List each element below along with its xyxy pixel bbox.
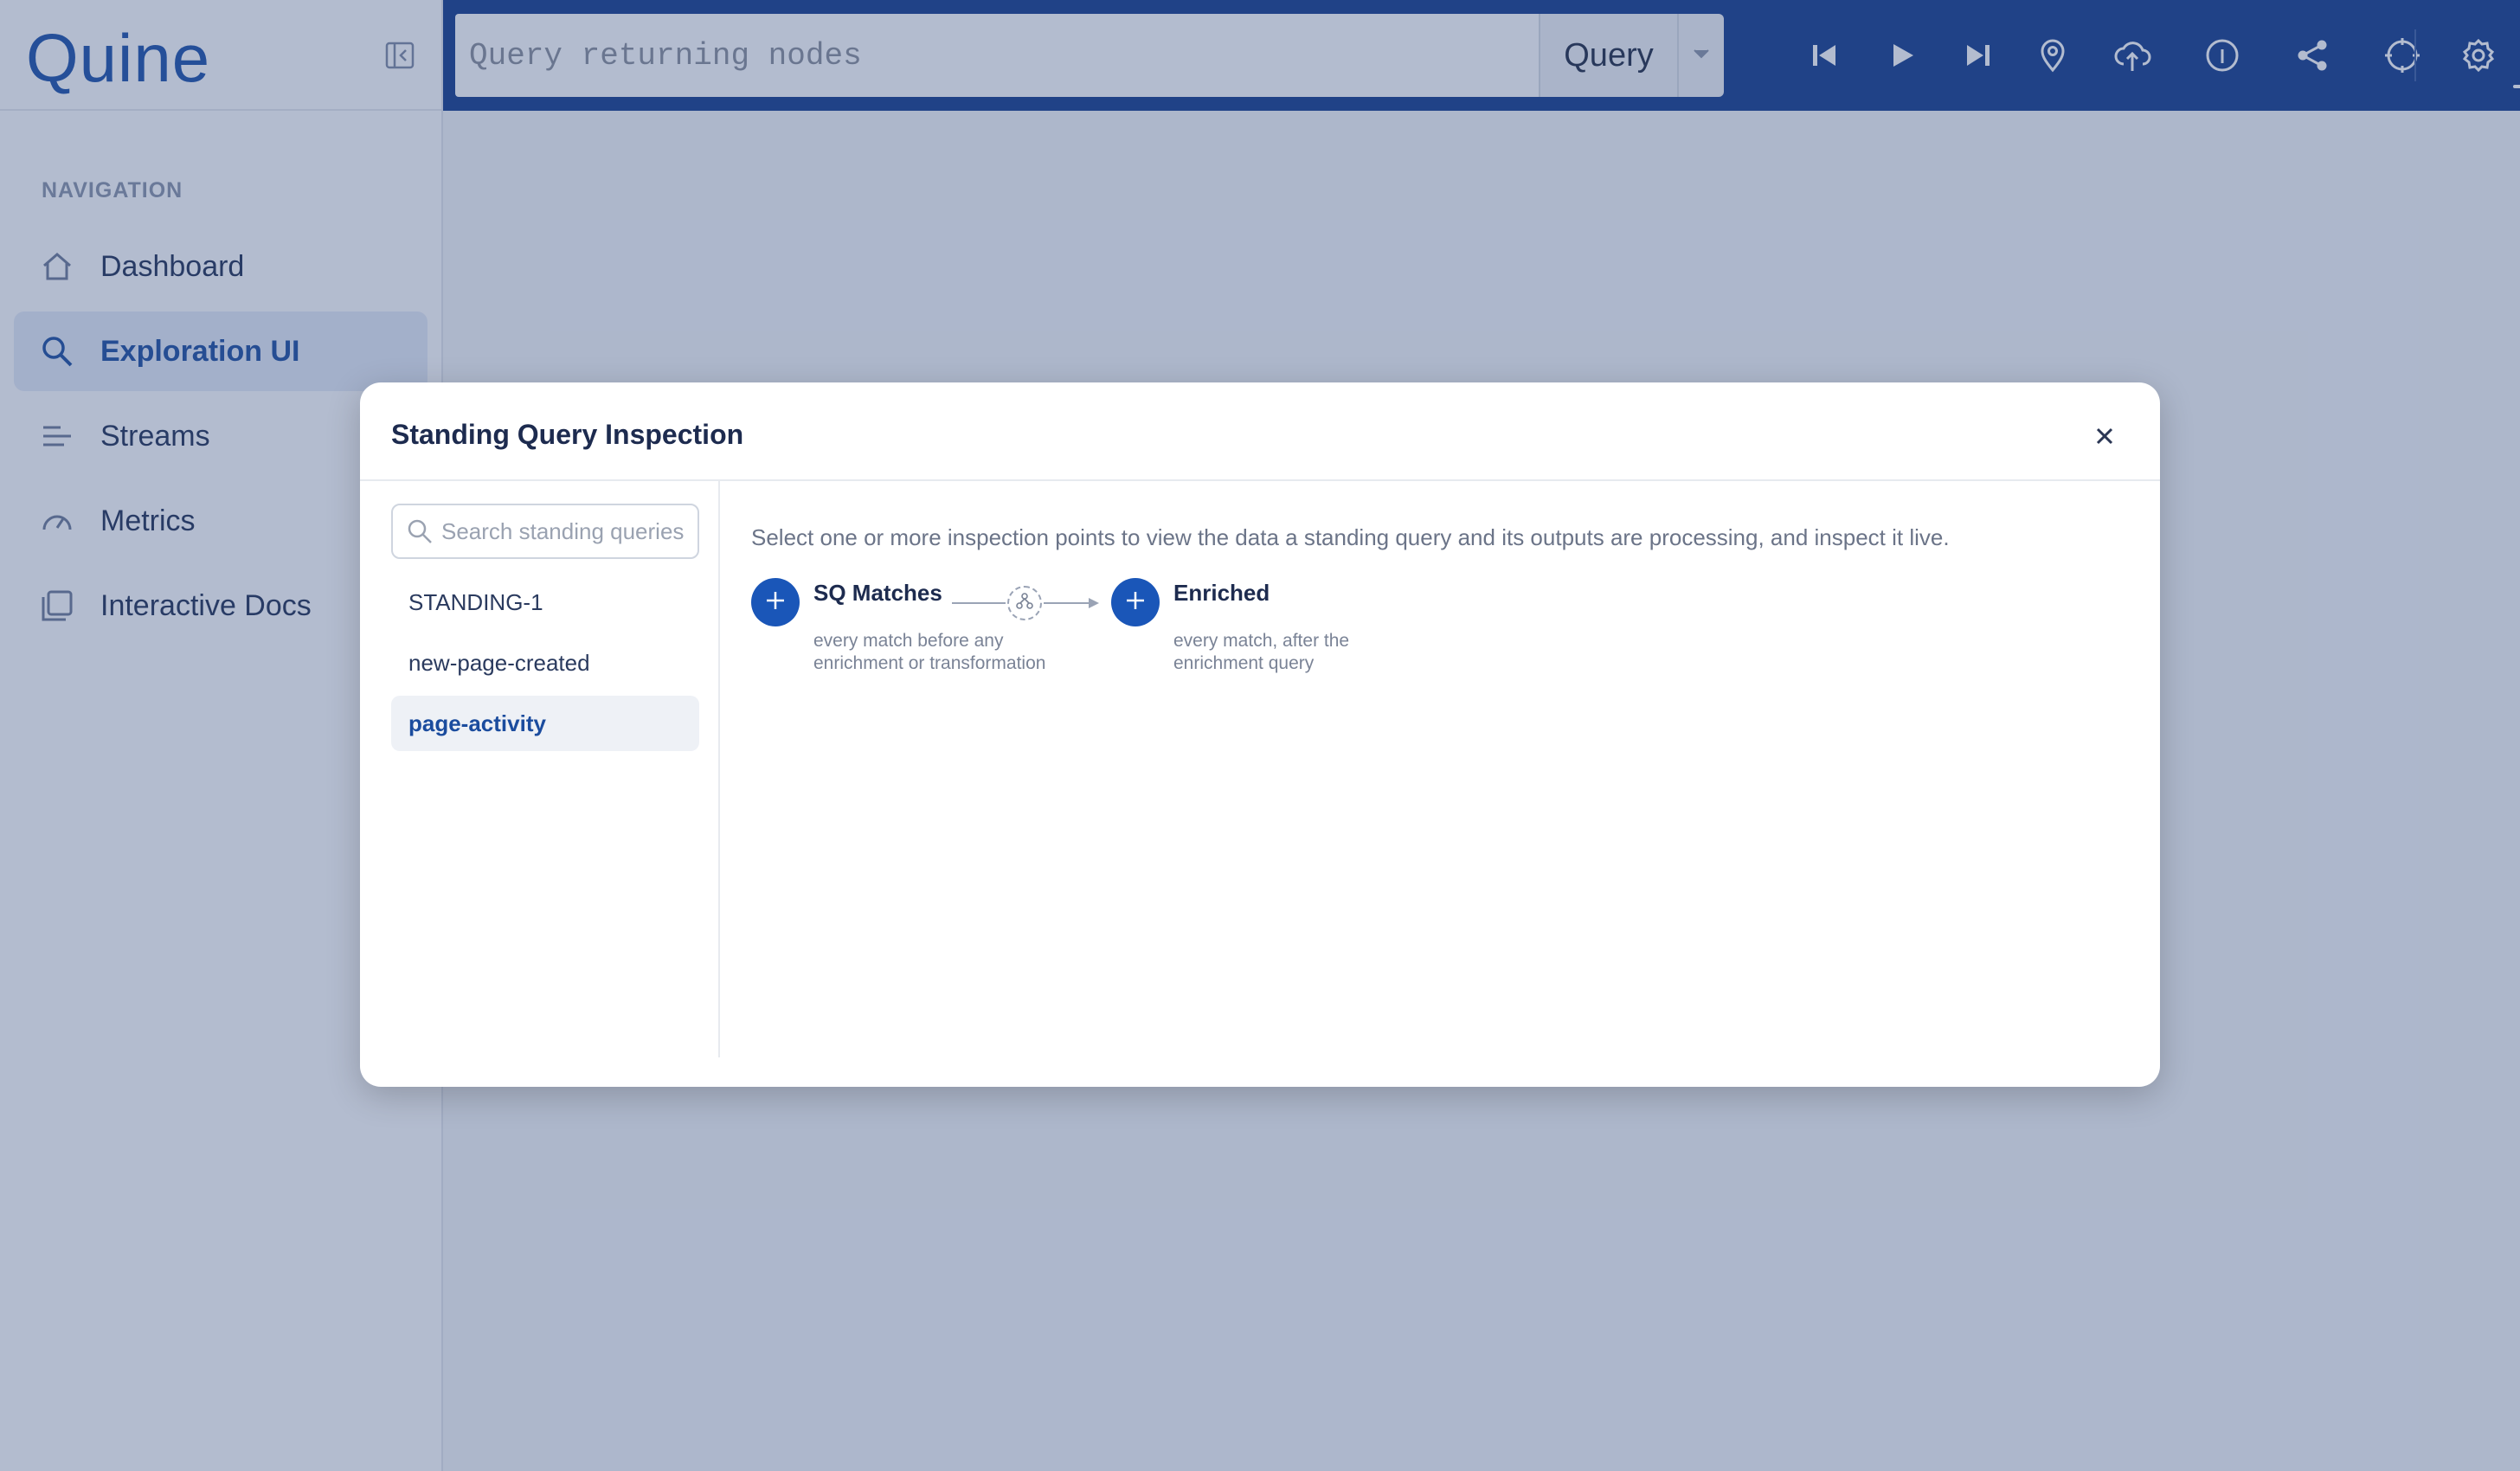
sq-matches-title: SQ Matches (813, 580, 942, 606)
arrow-head-icon (1087, 596, 1101, 614)
standing-query-item[interactable]: STANDING-1 (391, 575, 699, 630)
pipeline-connector (952, 602, 1006, 604)
search-standing-queries-input[interactable] (441, 517, 692, 545)
standing-query-item-selected[interactable]: page-activity (391, 696, 699, 751)
modal-title: Standing Query Inspection (391, 419, 744, 450)
search-standing-queries-box[interactable] (391, 504, 699, 559)
enrichment-node (1007, 586, 1042, 620)
standing-query-item[interactable]: new-page-created (391, 635, 699, 691)
standing-query-list-pane: STANDING-1 new-page-created page-activit… (360, 481, 720, 1057)
enriched-title: Enriched (1173, 580, 1270, 606)
sq-matches-description: every match before any enrichment or tra… (813, 631, 1046, 673)
pipeline-connector (1044, 602, 1092, 604)
graph-icon (1015, 592, 1034, 615)
close-button[interactable] (2089, 422, 2120, 453)
standing-query-inspection-dialog: Standing Query Inspection STANDING-1 new… (360, 382, 2160, 1087)
enriched-description: every match, after the enrichment query (1173, 631, 1350, 673)
plus-icon (1125, 590, 1146, 615)
add-sq-matches-inspection-button[interactable] (751, 578, 800, 626)
add-enriched-inspection-button[interactable] (1111, 578, 1160, 626)
search-icon (405, 517, 434, 546)
modal-header: Standing Query Inspection (360, 382, 2160, 481)
close-icon (2095, 427, 2114, 450)
inspection-help-text: Select one or more inspection points to … (751, 524, 1950, 550)
plus-icon (765, 590, 786, 615)
